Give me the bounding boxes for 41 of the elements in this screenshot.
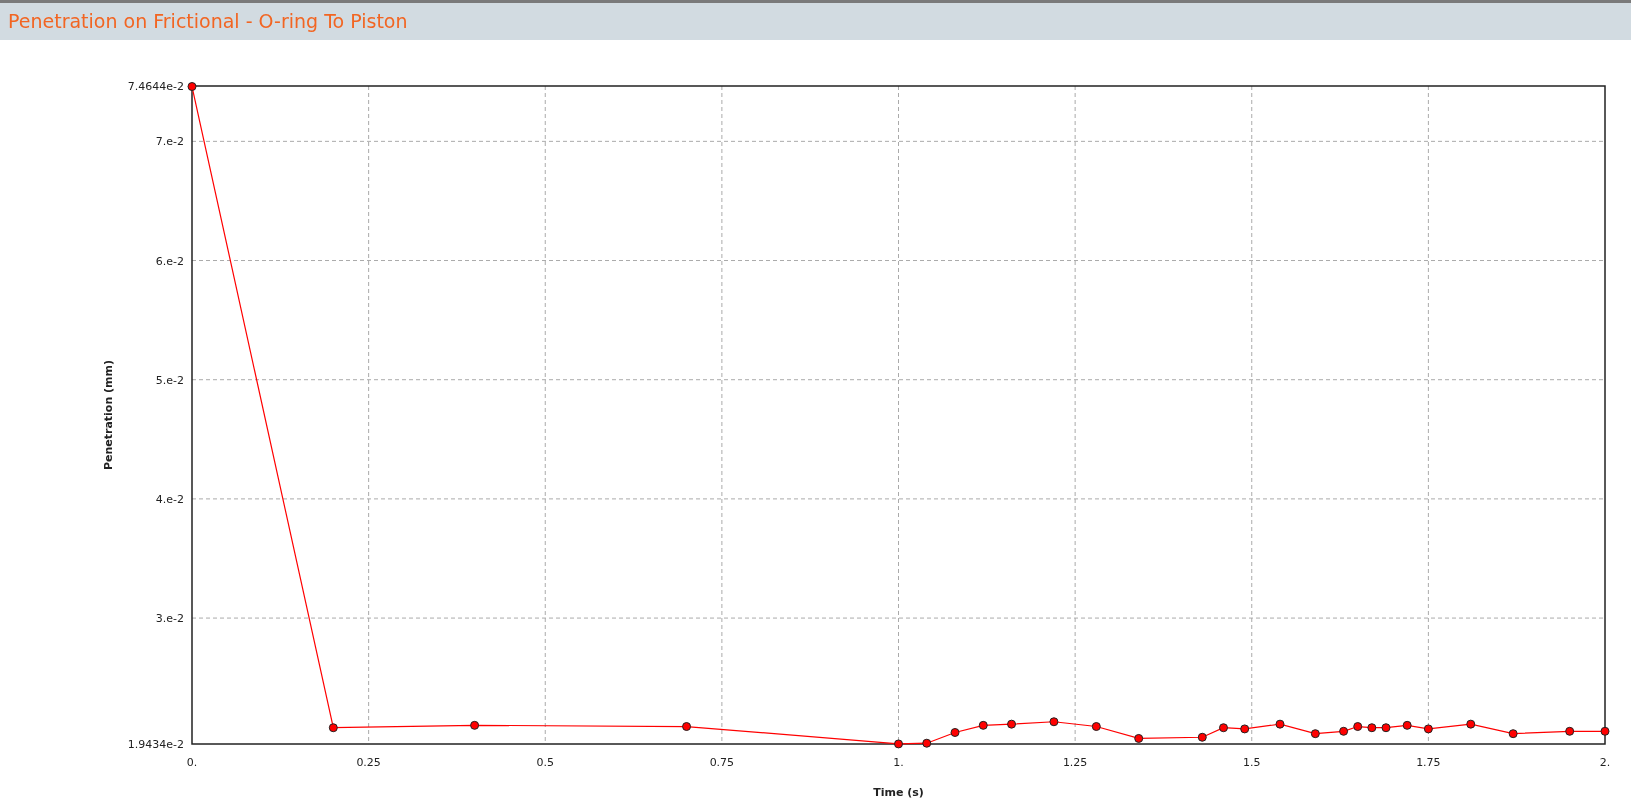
data-point (978, 720, 988, 730)
y-axis-title: Penetration (mm) (102, 359, 115, 471)
data-point (1275, 719, 1285, 729)
x-tick-label: 1.25 (1062, 756, 1088, 769)
data-point (1565, 726, 1575, 736)
x-tick-label: 0. (186, 756, 198, 769)
data-point (470, 720, 480, 730)
y-tick-label: 1.9434e-2 (127, 738, 184, 751)
data-point (1007, 719, 1017, 729)
data-point (1197, 732, 1207, 742)
x-tick-label: 1.5 (1243, 756, 1261, 769)
data-point (1353, 722, 1363, 732)
y-tick-label: 7.e-2 (155, 135, 184, 149)
data-point (950, 728, 960, 737)
data-point (1219, 723, 1228, 733)
y-tick-label: 3.e-2 (155, 612, 184, 626)
data-point (682, 722, 692, 732)
data-point (328, 723, 338, 733)
data-point (1466, 719, 1476, 729)
data-point (1091, 722, 1101, 732)
y-tick-label: 4.e-2 (155, 492, 184, 506)
y-tick-label: 5.e-2 (155, 373, 184, 387)
data-point (1381, 723, 1391, 733)
y-tick-label: 6.e-2 (155, 254, 184, 268)
data-point (1367, 723, 1377, 733)
data-point (1240, 724, 1250, 734)
x-tick-label: 0.25 (356, 756, 381, 769)
data-point (1049, 717, 1059, 727)
data-point (1402, 720, 1412, 730)
x-axis-title: Time (s) (873, 786, 924, 799)
x-tick-label: 1.75 (1416, 756, 1441, 769)
data-point (1508, 729, 1518, 739)
data-point (1423, 724, 1433, 734)
window-title: Penetration on Frictional - O-ring To Piston (8, 9, 408, 35)
x-tick-label: 2. (1599, 756, 1611, 769)
data-point (1339, 726, 1349, 736)
x-tick-label: 0.75 (709, 756, 735, 769)
data-point (1310, 729, 1320, 739)
x-tick-label: 0.5 (536, 756, 554, 769)
x-tick-label: 1. (893, 756, 904, 769)
y-tick-label: 7.4644e-2 (127, 80, 184, 93)
